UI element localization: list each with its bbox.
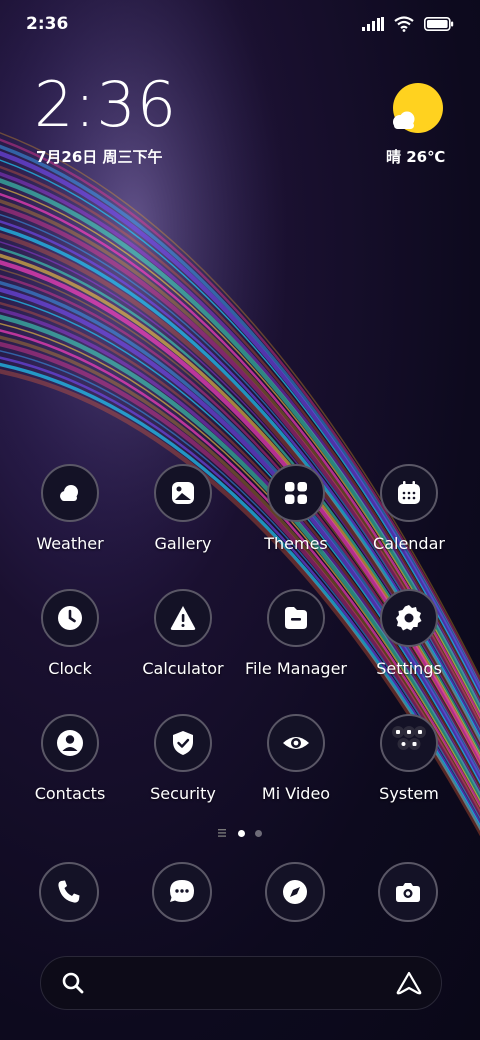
- app-themes[interactable]: Themes: [240, 464, 352, 553]
- weather-icon: [60, 485, 78, 501]
- mi-video-icon: [283, 737, 309, 749]
- app-calendar[interactable]: Calendar: [353, 464, 465, 553]
- app-contacts-icon-frame: [41, 714, 99, 772]
- status-bar: 2:36: [0, 0, 480, 50]
- file-manager-icon: [285, 607, 307, 629]
- calendar-icon: [398, 481, 420, 504]
- app-label: Weather: [36, 534, 104, 553]
- dock-phone[interactable]: [39, 862, 99, 922]
- app-security-icon-frame: [154, 714, 212, 772]
- security-icon: [173, 731, 193, 755]
- dock-messages[interactable]: [152, 862, 212, 922]
- app-label: Calculator: [142, 659, 224, 678]
- assistant-icon[interactable]: [395, 971, 423, 995]
- app-label: Contacts: [34, 784, 106, 803]
- settings-icon: [396, 605, 422, 631]
- app-label: Mi Video: [261, 784, 331, 803]
- app-calculator[interactable]: Calculator: [127, 589, 239, 678]
- app-mi-video[interactable]: Mi Video: [240, 714, 352, 803]
- dock-icon-frame: [265, 862, 325, 922]
- app-label: System: [379, 784, 439, 803]
- weather-widget-text[interactable]: 晴 26℃: [386, 146, 445, 167]
- app-settings[interactable]: Settings: [353, 589, 465, 678]
- app-label: File Manager: [245, 659, 347, 678]
- app-mi-video-icon-frame: [267, 714, 325, 772]
- themes-icon: [285, 482, 307, 504]
- battery-icon: [424, 17, 454, 31]
- app-label: Settings: [376, 659, 442, 678]
- clock-widget-time[interactable]: 2:36: [34, 74, 177, 136]
- app-label: Gallery: [154, 534, 212, 553]
- phone-icon: [58, 880, 80, 903]
- contacts-icon: [57, 730, 83, 756]
- app-file-manager[interactable]: File Manager: [240, 589, 352, 678]
- app-file-manager-icon-frame: [267, 589, 325, 647]
- page-indicator[interactable]: [0, 829, 480, 837]
- app-themes-icon-frame: [267, 464, 325, 522]
- search-bar[interactable]: [40, 956, 442, 1010]
- calculator-icon: [170, 606, 196, 630]
- dock-icon-frame: [378, 862, 438, 922]
- app-gallery[interactable]: Gallery: [127, 464, 239, 553]
- app-calendar-icon-frame: [380, 464, 438, 522]
- app-label: Security: [150, 784, 216, 803]
- app-gallery-icon-frame: [154, 464, 212, 522]
- wifi-icon: [394, 16, 414, 32]
- app-clock-icon-frame: [41, 589, 99, 647]
- status-icons: [362, 16, 454, 32]
- gallery-icon: [172, 482, 194, 504]
- app-weather-icon-frame: [41, 464, 99, 522]
- app-list-indicator-icon: [218, 829, 226, 837]
- dock-icon-frame: [152, 862, 212, 922]
- app-weather[interactable]: Weather: [14, 464, 126, 553]
- app-contacts[interactable]: Contacts: [14, 714, 126, 803]
- browser-icon: [283, 880, 307, 904]
- dock-camera[interactable]: [378, 862, 438, 922]
- page-dot: [255, 829, 262, 837]
- app-label: Themes: [264, 534, 328, 553]
- app-system[interactable]: System: [353, 714, 465, 803]
- app-security[interactable]: Security: [127, 714, 239, 803]
- app-system-icon-frame: [380, 714, 438, 772]
- clock-icon: [58, 606, 82, 630]
- page-dot-active: [238, 829, 245, 837]
- app-settings-icon-frame: [380, 589, 438, 647]
- app-clock[interactable]: Clock: [14, 589, 126, 678]
- sun-cloud-icon[interactable]: [388, 82, 446, 140]
- dock-browser[interactable]: [265, 862, 325, 922]
- search-icon: [62, 972, 84, 994]
- camera-icon: [396, 883, 420, 902]
- app-label: Calendar: [373, 534, 445, 553]
- status-time: 2:36: [26, 14, 69, 34]
- signal-icon: [362, 17, 384, 31]
- clock-widget-date[interactable]: 7月26日 周三下午: [36, 146, 163, 167]
- app-calculator-icon-frame: [154, 589, 212, 647]
- system-folder-icon: [392, 726, 426, 750]
- dock-icon-frame: [39, 862, 99, 922]
- app-label: Clock: [48, 659, 92, 678]
- messages-icon: [170, 880, 194, 902]
